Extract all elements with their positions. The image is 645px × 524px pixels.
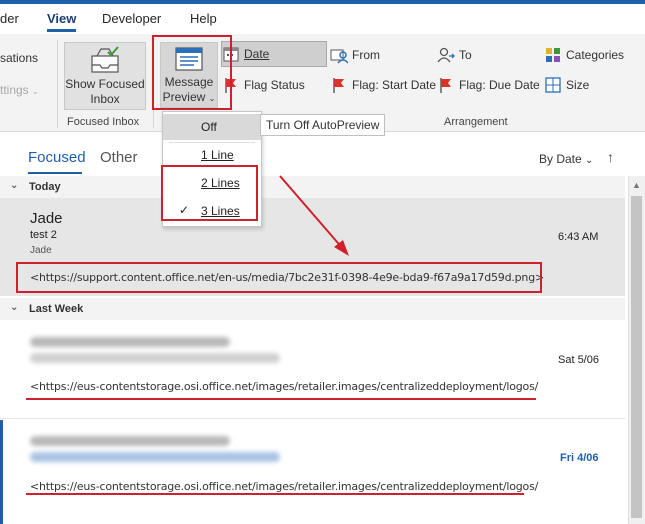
annotation-arrow [279,175,349,256]
annotation-underline [26,398,536,400]
annotation-underline [26,493,524,495]
